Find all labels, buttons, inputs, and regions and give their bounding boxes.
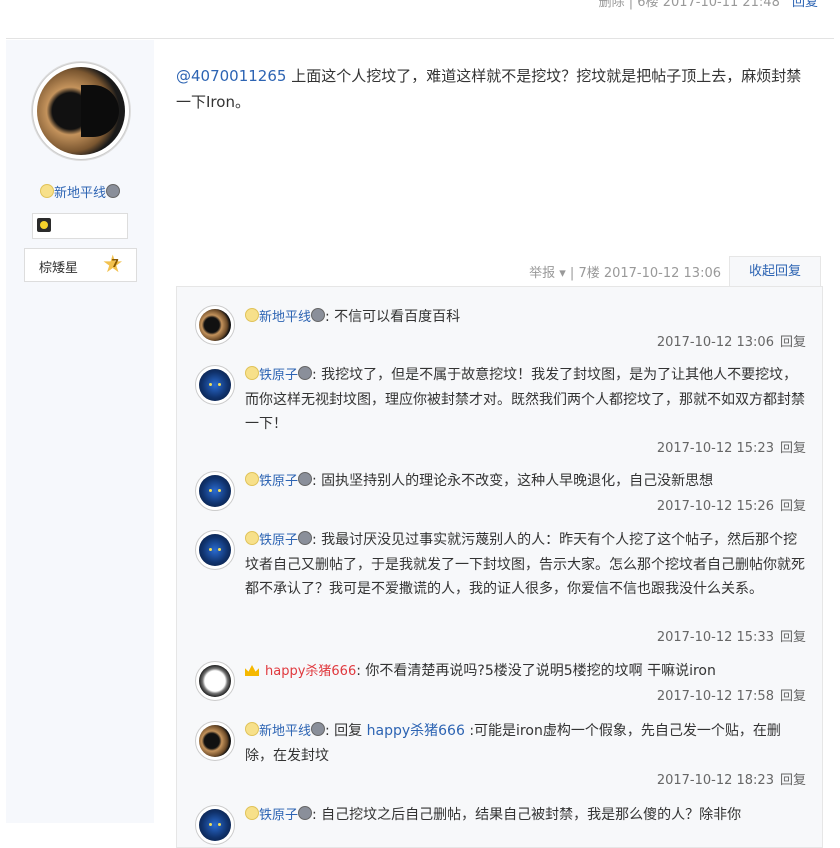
author-name-link[interactable]: 新地平线	[54, 186, 106, 201]
post-content: @4070011265 上面这个人挖坟了，难道这样就不是挖坟？挖坟就是把帖子顶上…	[176, 63, 816, 115]
commenter-avatar[interactable]	[195, 471, 235, 511]
commenter-avatar[interactable]	[195, 805, 235, 845]
report-menu[interactable]: 举报 ▾	[529, 266, 566, 281]
comment-text: : 固执坚持别人的理论永不改变，这种人早晚退化，自己没新思想	[312, 473, 714, 489]
commenter-avatar[interactable]	[195, 721, 235, 761]
commenter-name-link[interactable]: 铁原子	[259, 533, 298, 548]
comment-reply-link[interactable]: 回复	[780, 335, 806, 350]
smiley-icon	[245, 472, 259, 486]
commenter-name-link[interactable]: 铁原子	[259, 808, 298, 823]
comment-text: : 我挖坟了，但是不属于故意挖坟！我发了封坟图，是为了让其他人不要挖坟，而你这样…	[245, 367, 805, 432]
comment-meta: 2017-10-12 13:06 回复	[657, 331, 806, 350]
smiley-icon	[245, 722, 259, 736]
comment-time: 2017-10-12 18:23	[656, 773, 774, 788]
previous-floor-meta: 删除 | 6楼 2017-10-11 21:48 回复	[599, 0, 818, 10]
comment-body: 铁原子 : 自己挖坟之后自己删帖，结果自己被封禁，我是那么傻的人？除非你	[245, 803, 805, 828]
comment-time: 2017-10-12 17:58	[656, 689, 774, 704]
previous-floor-footer: 删除 | 6楼 2017-10-11 21:48 回复	[6, 0, 834, 39]
commenter-name-link[interactable]: 新地平线	[259, 310, 311, 325]
comment-reply-link[interactable]: 回复	[780, 773, 806, 788]
author-sidebar: 新地平线 棕矮星 ★ 7	[6, 40, 154, 823]
comment-reply-link[interactable]: 回复	[780, 441, 806, 456]
commenter-name-link[interactable]: 新地平线	[259, 724, 311, 739]
author-badge-box	[32, 213, 128, 239]
smiley-icon	[245, 806, 259, 820]
reply-to-user-link[interactable]: happy杀猪666	[367, 723, 465, 739]
comment-meta: 2017-10-12 18:23 回复	[657, 769, 806, 788]
collapse-replies-tab[interactable]: 收起回复	[729, 256, 821, 287]
comment-body: happy杀猪666: 你不看清楚再说吗?5楼没了说明5楼挖的坟啊 干嘛说iro…	[245, 659, 805, 684]
commenter-name-link[interactable]: 铁原子	[259, 368, 298, 383]
commenter-avatar[interactable]	[195, 661, 235, 701]
comment-time: 2017-10-12 15:33	[656, 630, 774, 645]
level-number: 7	[111, 257, 119, 270]
comment-text: : 自己挖坟之后自己删帖，结果自己被封禁，我是那么傻的人？除非你	[312, 807, 742, 823]
top-bar: 删除 | 6楼 2017-10-11 21:48 回复	[0, 0, 840, 40]
comment-time: 2017-10-12 15:23	[656, 441, 774, 456]
moon-icon	[298, 531, 313, 545]
commenter-avatar[interactable]	[195, 530, 235, 570]
moon-icon	[298, 472, 313, 486]
comment-text-prefix: : 回复	[325, 723, 367, 739]
moon-icon	[298, 806, 313, 820]
comment-text: : 你不看清楚再说吗?5楼没了说明5楼挖的坟啊 干嘛说iron	[356, 663, 716, 679]
moon-icon	[298, 366, 313, 380]
author-name-row: 新地平线	[6, 182, 154, 201]
comment-body: 铁原子: 我挖坟了，但是不属于故意挖坟！我发了封坟图，是为了让其他人不要挖坟，而…	[245, 363, 805, 436]
comment-reply-link[interactable]: 回复	[780, 689, 806, 704]
comment-meta: 2017-10-12 15:33 回复	[657, 626, 806, 645]
crown-icon	[245, 665, 259, 676]
author-avatar[interactable]	[32, 62, 130, 160]
comment-time: 2017-10-12 15:26	[656, 499, 774, 514]
commenter-name-link[interactable]: 铁原子	[259, 474, 298, 489]
comment-time: 2017-10-12 13:06	[656, 335, 774, 350]
commenter-avatar[interactable]	[195, 365, 235, 405]
comment-reply-link[interactable]: 回复	[780, 630, 806, 645]
moon-icon	[311, 308, 326, 322]
report-label: 举报	[529, 266, 556, 281]
previous-floor-meta-text: 删除 | 6楼 2017-10-11 21:48	[598, 0, 780, 10]
mention-link[interactable]: @4070011265	[176, 67, 286, 85]
comment-meta: 2017-10-12 15:26 回复	[657, 495, 806, 514]
post-actions: 举报 ▾ | 7楼 2017-10-12 13:06 收起回复	[176, 256, 821, 287]
moon-icon	[106, 184, 120, 198]
floor-meta-text: | 7楼 2017-10-12 13:06	[565, 266, 721, 281]
comment-reply-link[interactable]: 回复	[780, 499, 806, 514]
comment-list: 新地平线: 不信可以看百度百科 2017-10-12 13:06 回复 铁原子: …	[176, 286, 823, 848]
previous-floor-reply-link[interactable]: 回复	[792, 0, 818, 10]
comment-meta: 2017-10-12 15:23 回复	[657, 437, 806, 456]
comment-text: : 我最讨厌没见过事实就污蔑别人的人：昨天有个人挖了这个帖子，然后那个挖坟者自己…	[245, 532, 805, 597]
comment-body: 新地平线: 回复 happy杀猪666 :可能是iron虚构一个假象，先自己发一…	[245, 719, 805, 768]
comment-body: 新地平线 : 不信可以看百度百科	[245, 305, 805, 330]
smiley-icon	[245, 308, 259, 322]
comment-text: : 不信可以看百度百科	[325, 309, 461, 325]
floor-meta: 举报 ▾ | 7楼 2017-10-12 13:06	[529, 262, 721, 281]
sun-badge-icon[interactable]	[37, 218, 51, 232]
moon-icon	[311, 722, 326, 736]
smiley-icon	[245, 366, 259, 380]
commenter-name-link[interactable]: happy杀猪666	[265, 664, 356, 679]
author-level-box[interactable]: 棕矮星 ★ 7	[24, 248, 137, 282]
smiley-icon	[245, 531, 259, 545]
comment-body: 铁原子: 我最讨厌没见过事实就污蔑别人的人：昨天有个人挖了这个帖子，然后那个挖坟…	[245, 528, 805, 601]
level-name: 棕矮星	[39, 261, 79, 276]
smiley-icon	[39, 184, 54, 198]
comment-meta: 2017-10-12 17:58 回复	[657, 685, 806, 704]
comment-body: 铁原子 : 固执坚持别人的理论永不改变，这种人早晚退化，自己没新思想	[245, 469, 805, 494]
commenter-avatar[interactable]	[195, 305, 235, 345]
